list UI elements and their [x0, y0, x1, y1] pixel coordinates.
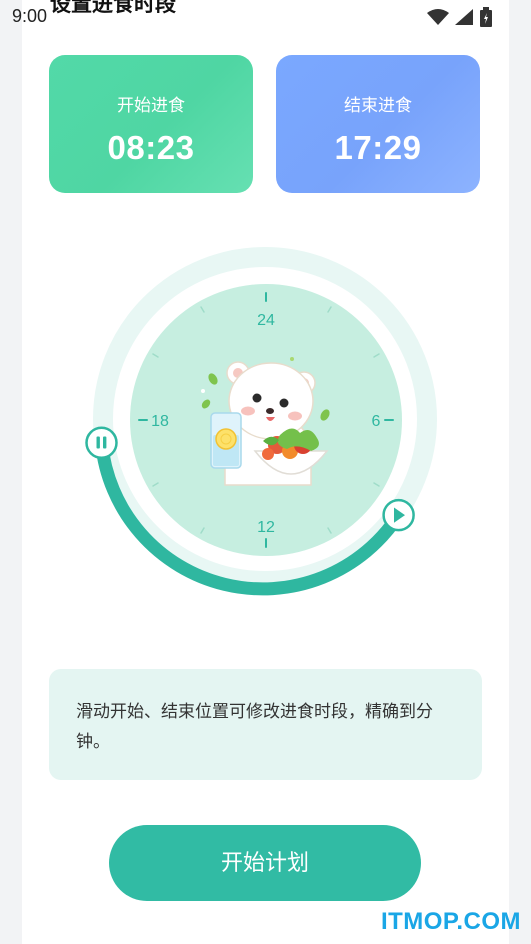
hint-text: 滑动开始、结束位置可修改进食时段，精确到分钟。 — [76, 702, 433, 752]
watermark-text: ITMOP.COM — [380, 908, 521, 935]
signal-icon — [454, 8, 473, 25]
end-eating-card[interactable]: 结束进食 17:29 — [276, 55, 480, 193]
system-icons — [426, 6, 493, 27]
hint-box: 滑动开始、结束位置可修改进食时段，精确到分钟。 — [49, 669, 482, 780]
dial-label-18: 18 — [151, 413, 169, 430]
dial-label-12: 12 — [257, 519, 275, 536]
start-handle[interactable] — [85, 426, 118, 460]
dial-label-24: 24 — [257, 312, 275, 329]
start-eating-label: 开始进食 — [117, 96, 185, 116]
status-time: 9:00 — [12, 6, 48, 26]
dial-label-6: 6 — [372, 413, 381, 430]
start-eating-card[interactable]: 开始进食 08:23 — [49, 55, 253, 193]
status-bar: 9:00 设置进食时段 — [0, 0, 531, 34]
eating-window-dial[interactable]: 24 6 12 18 — [85, 245, 445, 605]
battery-icon — [480, 6, 492, 27]
end-eating-time: 17:29 — [334, 129, 422, 166]
end-handle[interactable] — [382, 498, 415, 532]
start-plan-button[interactable]: 开始计划 — [109, 825, 421, 901]
start-eating-time: 08:23 — [107, 129, 195, 166]
page-title: 设置进食时段 — [50, 0, 176, 16]
wifi-icon — [426, 8, 449, 25]
end-eating-label: 结束进食 — [344, 96, 412, 116]
